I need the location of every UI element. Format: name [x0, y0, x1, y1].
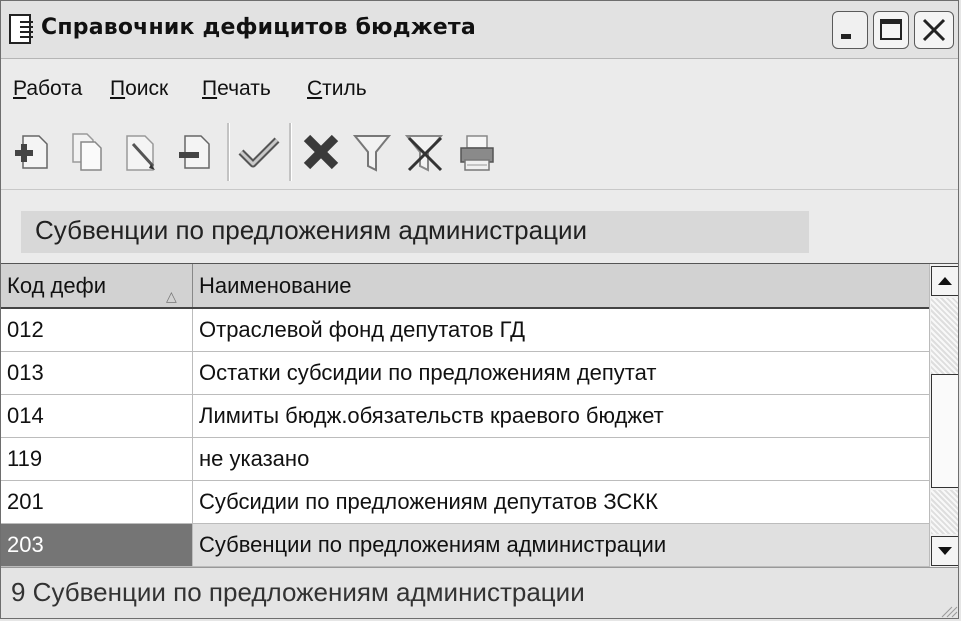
apply-button[interactable]: [237, 130, 280, 174]
table-row-selected[interactable]: 203 Субвенции по предложениям администра…: [1, 524, 929, 567]
column-header-name[interactable]: Наименование: [193, 264, 929, 307]
code-cell: 201: [1, 481, 193, 523]
record-caption: Субвенции по предложениям администрации: [35, 215, 588, 245]
filter-icon: [352, 135, 392, 172]
status-bar: 9 Субвенции по предложениям администраци…: [1, 567, 958, 618]
scroll-up-button[interactable]: [931, 266, 958, 296]
code-cell: 013: [1, 352, 193, 394]
delete-record-icon: [179, 135, 210, 169]
table-row[interactable]: 012 Отраслевой фонд депутатов ГД: [1, 309, 929, 352]
table-row[interactable]: 014 Лимиты бюдж.обязательств краевого бю…: [1, 395, 929, 438]
code-cell: 203: [1, 524, 193, 566]
edit-record-button[interactable]: [121, 130, 161, 174]
maximize-button[interactable]: [873, 11, 909, 49]
menu-item-rabota[interactable]: Работа: [13, 77, 82, 101]
print-button[interactable]: [457, 130, 497, 174]
menu-item-stil[interactable]: Стиль: [307, 77, 367, 101]
title-bar[interactable]: Справочник дефицитов бюджета: [1, 1, 958, 59]
minimize-icon: [841, 34, 851, 39]
grid-header: Код дефи △ Наименование: [1, 264, 929, 309]
sort-ascending-icon: △: [166, 288, 177, 304]
clear-filter-icon: [404, 135, 444, 172]
toolbar-separator: [227, 123, 230, 181]
toolbar-separator: [289, 123, 292, 181]
print-icon: [460, 135, 494, 171]
window-title: Справочник дефицитов бюджета: [41, 15, 476, 40]
scroll-track[interactable]: [931, 490, 958, 534]
name-cell: Остатки субсидии по предложениям депутат: [199, 360, 657, 385]
toolbar: [1, 115, 958, 190]
scroll-track[interactable]: [931, 298, 958, 374]
cancel-button[interactable]: [301, 130, 341, 174]
name-cell: Отраслевой фонд депутатов ГД: [199, 317, 526, 342]
vertical-scrollbar[interactable]: [929, 264, 958, 568]
delete-record-button[interactable]: [175, 130, 215, 174]
add-record-icon: [15, 135, 48, 169]
table-row[interactable]: 013 Остатки субсидии по предложениям деп…: [1, 352, 929, 395]
name-cell: Лимиты бюдж.обязательств краевого бюджет: [199, 403, 664, 428]
app-window: Справочник дефицитов бюджета Работа Поис…: [0, 0, 959, 619]
copy-record-icon: [72, 133, 102, 171]
name-cell: не указано: [199, 446, 310, 471]
deficit-grid: Код дефи △ Наименование 012 Отраслевой ф…: [1, 263, 958, 568]
close-icon: [922, 18, 946, 42]
table-row[interactable]: 201 Субсидии по предложениям депутатов З…: [1, 481, 929, 524]
record-caption-panel: Субвенции по предложениям администрации: [1, 197, 958, 261]
menu-bar: Работа Поиск Печать Стиль: [1, 71, 958, 107]
clear-filter-button[interactable]: [404, 130, 445, 174]
minimize-button[interactable]: [832, 11, 868, 49]
table-row[interactable]: 119 не указано: [1, 438, 929, 481]
menu-item-poisk[interactable]: Поиск: [110, 77, 168, 101]
resize-grip-icon[interactable]: [936, 606, 958, 618]
code-cell: 012: [1, 309, 193, 351]
cancel-x-icon: [303, 134, 339, 170]
name-cell: Субсидии по предложениям депутатов ЗСКК: [199, 489, 658, 514]
close-button[interactable]: [914, 11, 954, 49]
add-record-button[interactable]: [13, 130, 53, 174]
code-cell: 014: [1, 395, 193, 437]
filter-button[interactable]: [352, 130, 393, 174]
edit-record-icon: [126, 135, 155, 171]
name-cell: Субвенции по предложениям администрации: [193, 524, 929, 566]
scroll-down-button[interactable]: [931, 536, 958, 566]
record-caption-box: Субвенции по предложениям администрации: [21, 211, 809, 253]
code-cell: 119: [1, 438, 193, 480]
apply-check-icon: [238, 137, 280, 168]
copy-record-button[interactable]: [67, 130, 107, 174]
arrow-down-icon: [938, 547, 952, 555]
maximize-icon: [880, 19, 902, 40]
column-header-code[interactable]: Код дефи △: [1, 264, 193, 307]
scroll-thumb[interactable]: [931, 374, 958, 488]
status-text: 9 Субвенции по предложениям администраци…: [11, 577, 585, 607]
menu-item-pechat[interactable]: Печать: [202, 77, 271, 101]
arrow-up-icon: [938, 277, 952, 285]
document-list-icon: [9, 14, 33, 44]
